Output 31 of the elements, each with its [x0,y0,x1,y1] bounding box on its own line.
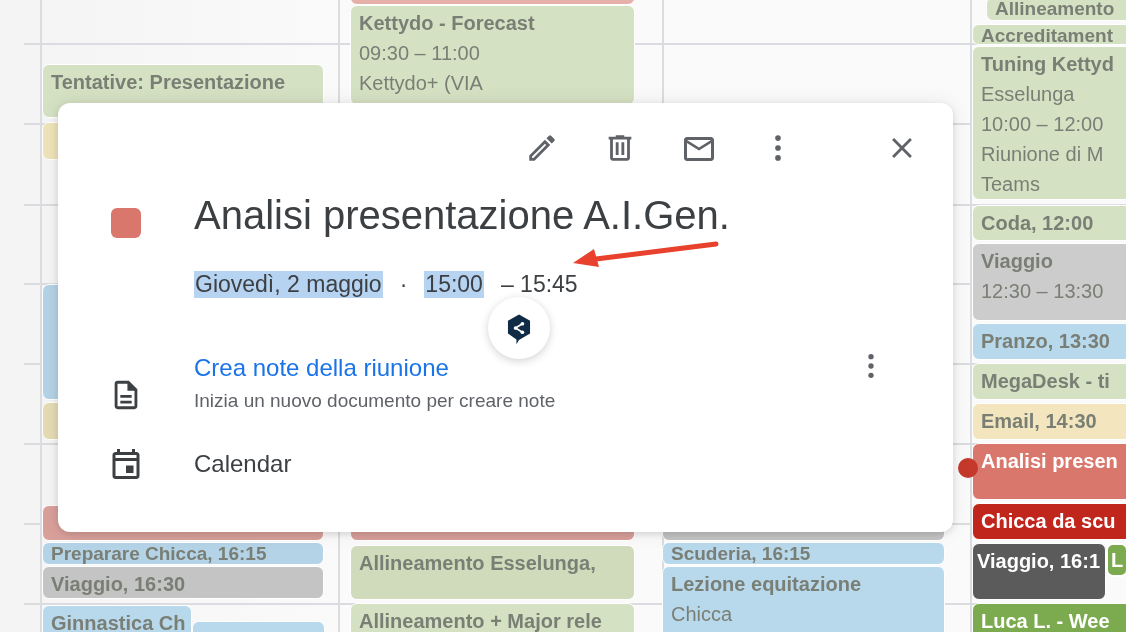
event-time-text: 15:00 [424,271,484,298]
calendar-event[interactable]: Tuning Kettyd Esselunga 10:00 – 12:00 Riunione di M Teams [972,46,1126,200]
calendar-event[interactable]: Ginnastica Ch [42,605,192,632]
event-title: Analisi presentazione A.I.Gen. [194,193,730,237]
calendar-name: Calendar [194,450,292,478]
calendar-event[interactable]: Luca L. - Wee [972,603,1126,632]
floating-button[interactable] [488,297,550,359]
calendar-event[interactable]: L [1106,543,1126,577]
event-time-text: · [398,271,409,298]
calendar-event[interactable]: Allineamento + Major rele [350,603,635,632]
event-time-text: Giovedì, 2 maggio [194,271,383,298]
calendar-event[interactable]: Email, 14:30 [972,403,1126,440]
notes-hint-text: Inizia un nuovo documento per creare note [194,390,556,412]
calendar-event[interactable]: Preparare Chicca, 16:15 [42,542,324,565]
calendar-event[interactable]: Lezione equitazione Chicca [662,566,945,632]
calendar-event[interactable]: Chicca da scu [972,503,1126,540]
create-notes-link[interactable]: Crea note della riunione [194,354,449,382]
calendar-event[interactable]: Allineamento [986,0,1126,21]
calendar-event[interactable]: Accreditament [972,24,1126,45]
event-time-text: – 15:45 [499,271,579,298]
calendar-event[interactable]: Viaggio, 16:30 [42,566,324,599]
current-time-dot [958,458,978,478]
calendar-event[interactable]: Analisi presen [972,443,1126,500]
calendar-event[interactable]: MegaDesk - ti [972,363,1126,400]
calendar-event[interactable]: Scuderia, 16:15 [662,542,945,565]
calendar-event[interactable]: Kettydo - Forecast 09:30 – 11:00 Kettydo+ (VIA [350,5,635,105]
calendar-event[interactable]: Viaggio, 16:1 [972,543,1106,600]
calendar-event[interactable]: Coda, 12:00 [972,205,1126,241]
calendar-event[interactable]: Pranzo, 13:30 [972,323,1126,360]
calendar-event[interactable]: Allineamento Esselunga, [350,545,635,600]
calendar-event[interactable]: Viaggio 12:30 – 13:30 [972,243,1126,321]
